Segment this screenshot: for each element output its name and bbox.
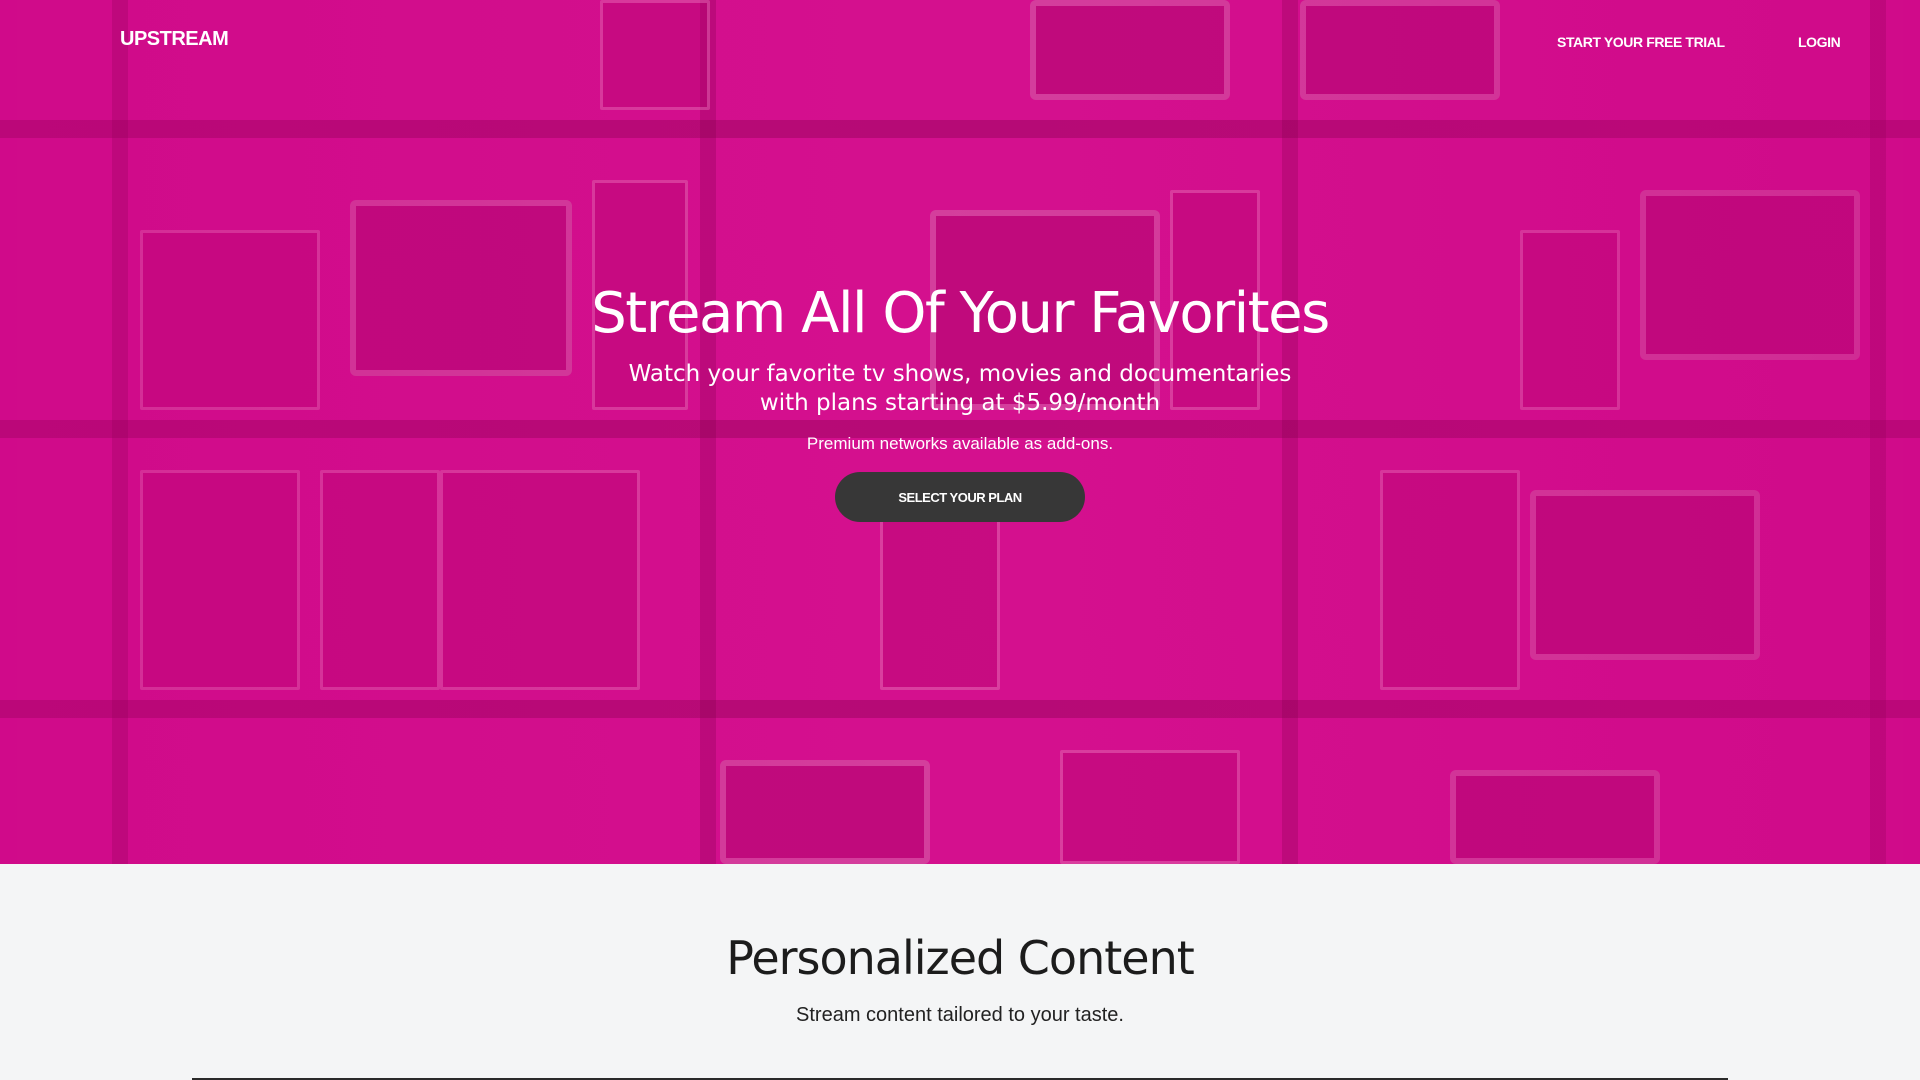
personalized-content-section: Personalized Content Stream content tail… [0,864,1920,1080]
hero-subtitle-line-1: Watch your favorite tv shows, movies and… [628,361,1292,387]
select-your-plan-button[interactable]: SELECT YOUR PLAN [835,472,1085,522]
login-link[interactable]: LOGIN [1798,34,1841,50]
site-logo[interactable]: UPSTREAM [120,28,229,51]
hero-subtitle: Watch your favorite tv shows, movies and… [510,360,1410,418]
premium-networks-note: Premium networks available as add-ons. [806,434,1114,453]
start-free-trial-link[interactable]: START YOUR FREE TRIAL [1557,34,1725,50]
hero-section: UPSTREAM START YOUR FREE TRIAL LOGIN Str… [0,0,1920,864]
hero-subtitle-line-2: with plans starting at $5.99/month [759,390,1161,416]
hero-content: Stream All Of Your Favorites Watch your … [0,276,1920,522]
section-subtitle: Stream content tailored to your taste. [796,1004,1124,1026]
section-title: Personalized Content [726,931,1195,985]
hero-title: Stream All Of Your Favorites [591,281,1330,346]
top-navigation: UPSTREAM START YOUR FREE TRIAL LOGIN [0,0,1920,84]
